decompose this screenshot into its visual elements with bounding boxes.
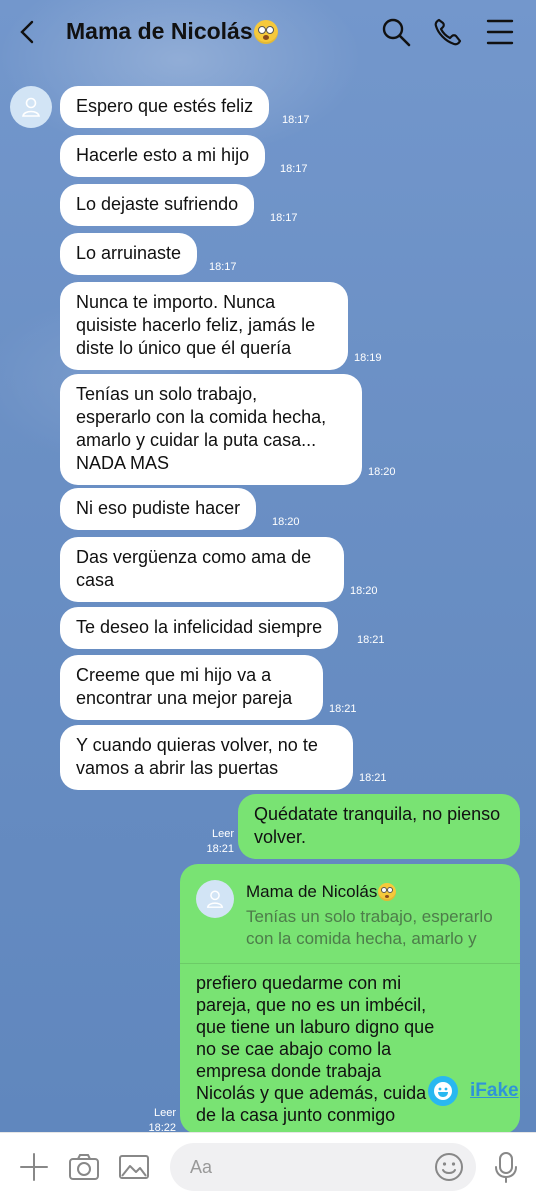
my-message-bubble[interactable]: Quédatate tranquila, no pienso volver. <box>238 794 520 859</box>
message-bubble[interactable]: Lo arruinaste <box>60 233 198 275</box>
message-time: 18:20 <box>272 516 300 528</box>
message-bubble[interactable]: Creeme que mi hijo va a encontrar una me… <box>60 655 323 720</box>
camera-icon[interactable] <box>68 1151 100 1183</box>
quoted-message[interactable]: Mama de Nicolás Tenías un solo trabajo, … <box>180 864 520 964</box>
message-bubble[interactable]: Das vergüenza como ama de casa <box>60 537 344 602</box>
message-time: 18:17 <box>209 261 237 273</box>
ifake-logo-icon <box>428 1076 458 1106</box>
message-bubble[interactable]: Tenías un solo trabajo, esperarlo con la… <box>60 374 362 485</box>
read-status: Leer <box>211 828 234 840</box>
read-status: Leer <box>153 1107 176 1119</box>
back-arrow-icon[interactable] <box>14 18 42 46</box>
message-time: 18:20 <box>368 466 396 478</box>
search-icon[interactable] <box>380 16 412 48</box>
message-time: 18:21 <box>329 703 357 715</box>
menu-icon[interactable] <box>484 16 516 48</box>
emoji-rolling-eyes-icon <box>378 883 397 901</box>
reply-message-bubble[interactable]: Mama de Nicolás Tenías un solo trabajo, … <box>180 864 520 1134</box>
watermark-label: iFake <box>470 1080 519 1101</box>
quoted-sender: Mama de Nicolás <box>246 882 397 902</box>
contact-name: Mama de Nicolás <box>66 18 253 44</box>
message-time: 18:21 <box>206 843 234 855</box>
phone-icon[interactable] <box>432 16 464 48</box>
chat-header: Mama de Nicolás <box>0 0 536 64</box>
image-icon[interactable] <box>118 1151 150 1183</box>
message-bubble[interactable]: Nunca te importo. Nunca quisiste hacerlo… <box>60 282 348 370</box>
quoted-text: Tenías un solo trabajo, esperarlo con la… <box>246 907 493 948</box>
message-time: 18:19 <box>354 352 382 364</box>
message-input[interactable]: Aa <box>170 1143 476 1191</box>
message-bubble[interactable]: Te deseo la infelicidad siempre <box>60 607 339 649</box>
message-bubble[interactable]: Y cuando quieras volver, no te vamos a a… <box>60 725 353 790</box>
chat-title[interactable]: Mama de Nicolás <box>66 18 278 45</box>
user-icon <box>22 97 40 117</box>
emoji-icon[interactable] <box>434 1152 464 1182</box>
message-input-placeholder: Aa <box>190 1157 213 1177</box>
message-time: 18:21 <box>359 772 387 784</box>
user-icon <box>206 890 224 908</box>
plus-icon[interactable] <box>18 1151 50 1183</box>
ifake-watermark: iFake <box>428 1076 519 1106</box>
message-time: 18:20 <box>350 585 378 597</box>
message-time: 18:17 <box>270 212 298 224</box>
message-time: 18:17 <box>280 163 308 175</box>
quoted-sender-name: Mama de Nicolás <box>246 882 378 901</box>
contact-avatar[interactable] <box>10 86 52 128</box>
message-time: 18:17 <box>282 114 310 126</box>
emoji-rolling-eyes-icon <box>253 19 278 44</box>
quoted-avatar <box>196 880 234 918</box>
message-input-bar: Aa <box>0 1132 536 1200</box>
message-bubble[interactable]: Ni eso pudiste hacer <box>60 488 257 530</box>
message-time: 18:21 <box>357 634 385 646</box>
message-bubble[interactable]: Espero que estés feliz <box>60 86 270 128</box>
microphone-icon[interactable] <box>490 1151 522 1183</box>
message-bubble[interactable]: Hacerle esto a mi hijo <box>60 135 266 177</box>
message-bubble[interactable]: Lo dejaste sufriendo <box>60 184 255 226</box>
